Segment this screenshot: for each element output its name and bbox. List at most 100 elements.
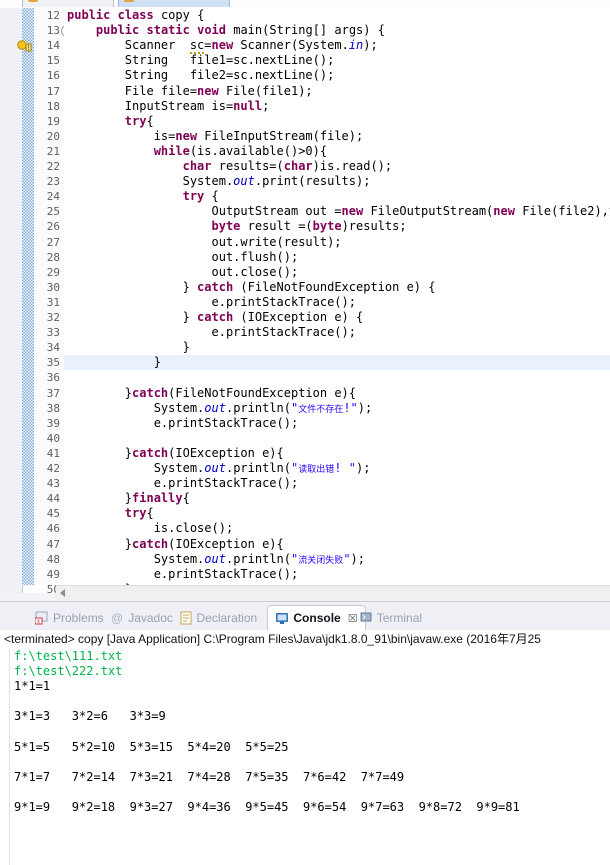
code-line[interactable]: char results=(char)is.read(); [64,159,610,174]
code-line[interactable] [64,431,610,446]
line-number: 41 [46,446,60,460]
line-number: 30 [46,280,60,294]
line-number-gutter[interactable]: 12 13 14! 15 16 17 18 19 20 21 22 23 24 25 26 27 28 29 30 3… [17,8,73,596]
code-line[interactable]: File file=new File(file1); [64,84,610,99]
code-line[interactable]: System.out.println("文件不存在!"); [64,401,610,416]
code-line[interactable]: System.out.println("流关闭失败"); [64,552,610,567]
code-line[interactable]: e.printStackTrace(); [64,476,610,491]
line-number: 33 [46,326,60,340]
line-number: 12 [46,9,60,22]
line-number: 28 [46,250,60,264]
code-line[interactable]: e.printStackTrace(); [64,416,610,431]
declaration-icon [179,611,193,625]
line-number: 48 [46,552,60,566]
code-line[interactable]: } catch (FileNotFoundException e) { [64,280,610,295]
code-line[interactable]: }finally{ [64,491,610,506]
tab-terminal[interactable]: Terminal [352,605,429,630]
line-number: 29 [46,265,60,279]
line-number: 18 [46,99,60,113]
java-file-icon [124,0,134,2]
code-line[interactable]: OutputStream out =new FileOutputStream(n… [64,204,610,219]
code-line[interactable]: System.out.println("读取出错! "); [64,461,610,476]
line-number: 20 [46,129,60,143]
line-number: 47 [46,537,60,551]
scroll-thumb[interactable] [72,587,610,600]
tab-label: Declaration [196,610,258,625]
line-number: 35 [46,356,60,370]
code-line[interactable]: public static void main(String[] args) { [64,23,610,38]
line-number: 45 [46,507,60,521]
line-number: 17 [46,84,60,98]
line-number: 21 [46,144,60,158]
line-number: 25 [46,205,60,219]
tab-label: Terminal [376,610,423,625]
code-line[interactable]: try{ [64,114,610,129]
code-line[interactable]: out.write(result); [64,235,610,250]
scroll-left-arrow[interactable] [60,589,65,597]
tab-declaration[interactable]: Declaration [172,605,265,630]
code-line[interactable]: }catch(IOException e){ [64,446,610,461]
line-number: 22 [46,160,60,173]
editor-tab-partial-1[interactable] [22,0,114,7]
code-line[interactable]: System.out.print(results); [64,174,610,189]
code-line[interactable]: } [64,355,610,371]
svg-text:!: ! [26,44,30,52]
console-output-line: 3*1=3 3*2=6 3*3=9 [14,709,166,724]
code-line[interactable]: }catch(IOException e){ [64,537,610,552]
code-line[interactable]: e.printStackTrace(); [64,325,610,340]
tab-problems[interactable]: x Problems [28,605,111,630]
code-line[interactable]: public class copy { [64,8,610,23]
svg-text:x: x [37,619,40,625]
code-line[interactable]: }catch(FileNotFoundException e){ [64,386,610,401]
line-number: 42 [46,462,60,475]
code-line[interactable]: e.printStackTrace(); [64,295,610,310]
code-line[interactable]: Scanner sc=new Scanner(System.in); [64,38,610,55]
code-line[interactable]: out.close(); [64,265,610,280]
annotation-ruler[interactable] [22,8,34,585]
code-line[interactable]: } [64,340,610,355]
code-line[interactable]: is.close(); [64,521,610,536]
line-number: 15 [46,54,60,68]
line-number: 31 [46,295,60,309]
tab-label: Console [293,611,341,625]
console-output-line: 7*1=7 7*2=14 7*3=21 7*4=28 7*5=35 7*6=42… [14,769,405,784]
console-output-line: f:\test\222.txt [14,664,123,679]
java-file-icon [28,0,38,2]
console-icon [275,611,289,625]
editor-tab-partial-2[interactable] [118,0,230,7]
line-number: 49 [46,567,60,581]
console-tab-bar: x Problems @ Javadoc Declaration Console ☒ Term… [0,601,610,630]
line-number: 36 [46,371,60,385]
code-line[interactable]: String file2=sc.nextLine(); [64,68,610,83]
line-number: 26 [46,220,60,234]
svg-text:@: @ [111,611,123,625]
code-line[interactable]: byte result =(byte)results; [64,219,610,234]
line-number: 39 [46,416,60,430]
code-line[interactable]: try { [64,189,610,204]
line-number: 14! [17,38,64,53]
code-line[interactable]: e.printStackTrace(); [64,567,610,582]
line-number: 32 [46,311,60,324]
editor-horizontal-scrollbar[interactable] [56,585,610,601]
console-view: x Problems @ Javadoc Declaration Console ☒ Term… [0,601,610,865]
code-line[interactable]: String file1=sc.nextLine(); [64,53,610,68]
code-line[interactable]: InputStream is=null; [64,99,610,114]
console-output[interactable]: f:\test\111.txt f:\test\222.txt 1*1=1 3*1=3… [0,649,610,865]
warning-icon[interactable]: ! [17,39,32,52]
line-number: 16 [46,69,60,83]
console-output-line: f:\test\111.txt [14,649,123,663]
line-number: 43 [46,477,60,491]
code-line[interactable]: try{ [64,506,610,521]
line-number: 13 [34,23,73,38]
code-text-area[interactable]: public class copy { public static void m… [64,8,610,585]
code-editor[interactable]: 12 13 14! 15 16 17 18 19 20 21 22 23 24 25 26 27 28 29 30 3… [0,8,610,601]
code-line[interactable] [64,370,610,385]
code-line[interactable]: while(is.available()>0){ [64,144,610,159]
line-number: 23 [46,175,60,189]
code-line[interactable]: out.flush(); [64,250,610,265]
code-line[interactable]: is=new FileInputStream(file); [64,129,610,144]
line-number: 24 [46,190,60,204]
tab-javadoc[interactable]: @ Javadoc [103,605,180,630]
line-number: 37 [46,386,60,400]
code-line[interactable]: } catch (IOException e) { [64,310,610,325]
